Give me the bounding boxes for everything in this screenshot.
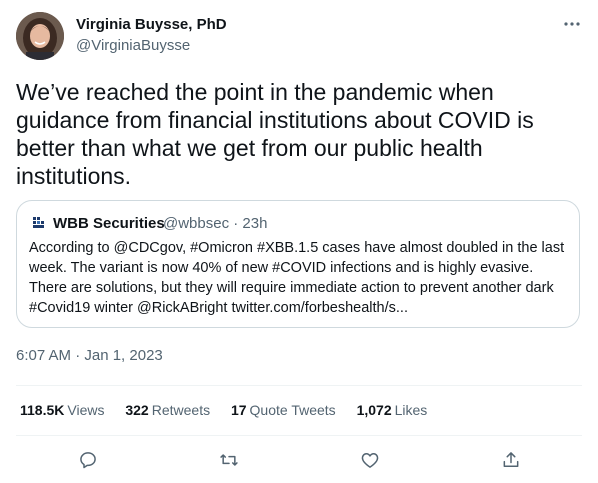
divider [16,435,582,436]
stats-row: 118.5K Views 322 Retweets 17 Quote Tweets 1… [20,402,444,418]
likes-stat[interactable]: 1,072 Likes [357,402,428,418]
more-options-button[interactable] [558,14,586,34]
quote-author-meta: @wbbsec · 23h [163,215,268,232]
retweets-label: Retweets [151,402,211,418]
quotes-count: 17 [230,402,247,418]
reply-button[interactable] [75,447,101,473]
quote-tweets-stat[interactable]: 17 Quote Tweets [231,402,336,418]
tweet-text: We’ve reached the point in the pandemic … [16,79,534,189]
retweet-button[interactable] [216,447,242,473]
quotes-label: Quote Tweets [249,402,336,418]
quote-text: According to @CDCgov, #Omicron #XBB.1.5 … [29,240,565,316]
like-icon [361,453,379,468]
like-button[interactable] [357,447,383,473]
avatar-photo [16,12,64,60]
quote-author-name: WBB Securities [53,215,165,232]
reply-icon [80,452,96,469]
likes-label: Likes [394,402,428,418]
avatar[interactable] [16,12,64,60]
share-button[interactable] [498,447,524,473]
timestamp[interactable]: 6:07 AM · Jan 1, 2023 [16,347,163,364]
quoted-tweet[interactable]: WBB Securities @wbbsec · 23h According t… [16,200,580,328]
retweets-count: 322 [125,402,149,418]
retweets-stat[interactable]: 322 Retweets [125,402,210,418]
more-dots-icon [564,22,580,26]
wbb-logo-icon [33,217,45,229]
retweet-icon [220,454,238,466]
author-handle[interactable]: @VirginiaBuysse [76,37,190,54]
views-stat[interactable]: 118.5K Views [20,402,104,418]
likes-count: 1,072 [356,402,392,418]
views-label: Views [67,402,105,418]
action-bar [0,447,598,473]
views-count: 118.5K [20,402,65,418]
divider [16,385,582,386]
share-icon [503,452,519,467]
author-name[interactable]: Virginia Buysse, PhD [76,16,227,33]
